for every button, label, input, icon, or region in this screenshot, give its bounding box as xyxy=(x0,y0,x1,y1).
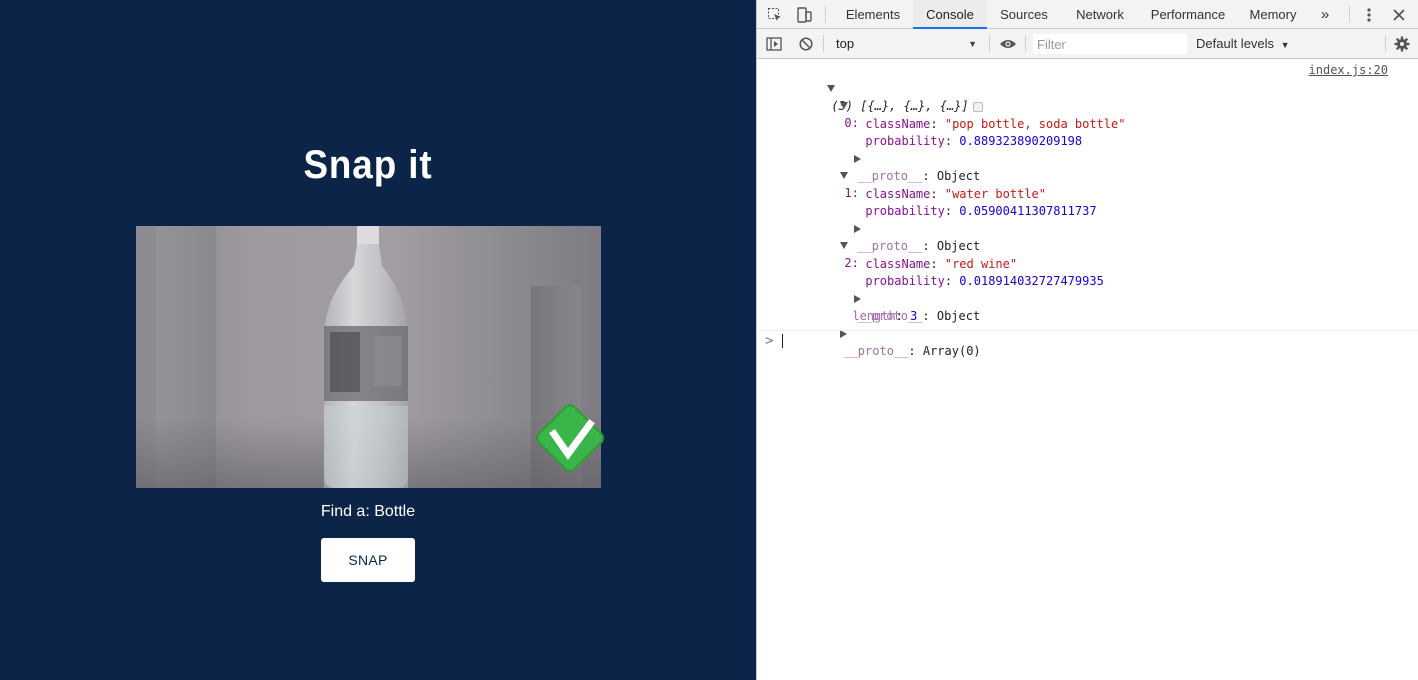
tab-network[interactable]: Network xyxy=(1065,0,1135,29)
find-target-label: Find a: Bottle xyxy=(320,503,416,520)
more-tabs-button[interactable]: » xyxy=(1317,0,1333,29)
tab-performance[interactable]: Performance xyxy=(1143,0,1233,29)
console-toolbar: top ▼ Default levels ▼ xyxy=(757,29,1418,59)
log-levels-label: Default levels xyxy=(1196,36,1275,51)
console-length: length: 3 xyxy=(852,309,918,323)
console-proto-row[interactable]: __proto__: Object xyxy=(811,204,980,253)
device-toolbar-icon[interactable] xyxy=(794,0,814,29)
console-array-summary[interactable]: (3) [{…}, {…}, {…}] xyxy=(784,64,983,113)
tab-memory[interactable]: Memory xyxy=(1245,0,1301,29)
tab-elements[interactable]: Elements xyxy=(837,0,909,29)
close-icon[interactable] xyxy=(1390,0,1408,29)
console-prop-classname: className: "red wine" xyxy=(865,257,1018,271)
console-item-2[interactable]: 2: xyxy=(797,221,859,270)
console-item-1[interactable]: 1: xyxy=(797,151,859,200)
sidebar-toggle-icon[interactable] xyxy=(765,29,783,59)
inspect-element-icon[interactable] xyxy=(765,0,785,29)
console-proto-row[interactable]: __proto__: Object xyxy=(811,134,980,183)
console-output: index.js:20 (3) [{…}, {…}, {…}] 0: class… xyxy=(757,60,1418,680)
app-pane: Snap it Find a: Bottle SNAP xyxy=(0,0,756,680)
devtools-panel: Elements Console Sources Network Perform… xyxy=(756,0,1418,680)
dropdown-arrow-icon: ▼ xyxy=(1280,40,1290,50)
tab-sources[interactable]: Sources xyxy=(991,0,1057,29)
console-item-0[interactable]: 0: xyxy=(797,81,859,130)
console-prompt[interactable]: > xyxy=(757,330,1418,350)
console-prop-classname: className: "water bottle" xyxy=(865,187,1046,201)
prompt-caret-icon: > xyxy=(765,333,774,349)
snap-button[interactable]: SNAP xyxy=(321,538,415,582)
console-array-proto[interactable]: __proto__: Array(0) xyxy=(797,309,981,358)
dropdown-arrow-icon: ▼ xyxy=(968,39,977,49)
tab-console[interactable]: Console xyxy=(913,0,987,29)
clear-console-icon[interactable] xyxy=(797,29,815,59)
console-prop-probability: probability: 0.05900411307811737 xyxy=(865,204,1097,218)
context-select[interactable]: top ▼ xyxy=(831,33,983,55)
settings-gear-icon[interactable] xyxy=(1393,29,1411,59)
console-proto-row[interactable]: __proto__: Object xyxy=(811,274,980,323)
console-prop-probability: probability: 0.889323890209198 xyxy=(865,134,1083,148)
context-value: top xyxy=(836,36,855,51)
app-title: Snap it xyxy=(303,143,433,187)
console-prop-probability: probability: 0.018914032727479935 xyxy=(865,274,1104,288)
devtools-tabbar: Elements Console Sources Network Perform… xyxy=(757,0,1418,29)
eye-icon[interactable] xyxy=(998,29,1018,59)
checkmark-icon xyxy=(536,404,604,472)
bottle-image xyxy=(324,226,408,488)
kebab-menu-icon[interactable] xyxy=(1362,0,1376,29)
text-cursor xyxy=(782,334,783,348)
log-levels-dropdown[interactable]: Default levels ▼ xyxy=(1196,33,1290,55)
filter-input[interactable] xyxy=(1033,34,1187,54)
source-link[interactable]: index.js:20 xyxy=(1309,63,1388,77)
console-prop-classname: className: "pop bottle, soda bottle" xyxy=(865,117,1126,131)
